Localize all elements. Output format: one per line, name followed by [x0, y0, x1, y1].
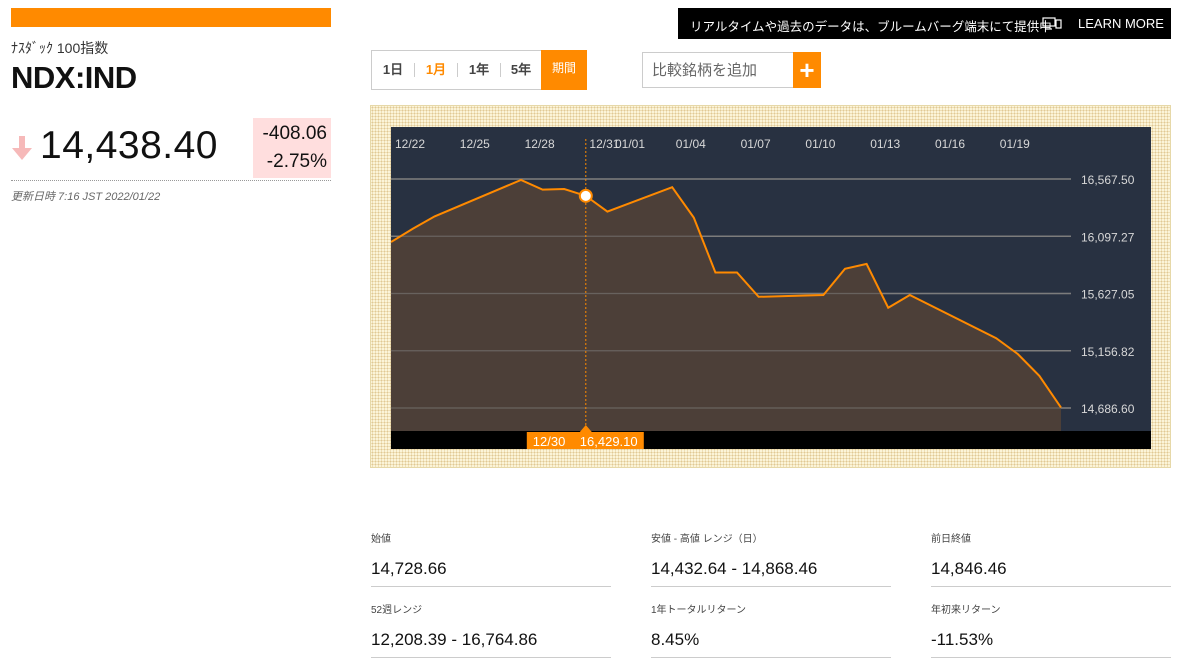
range-button-1m[interactable]: 1月: [415, 51, 457, 89]
stat-value: 14,432.64 - 14,868.46: [651, 559, 891, 587]
stat-label: 52週レンジ: [371, 605, 423, 616]
stat-52w-range: 52週レンジ 12,208.39 - 16,764.86: [371, 601, 611, 658]
stat-1y-return: 1年トータルリターン 8.45%: [651, 601, 891, 658]
stat-prev-close: 前日終値 14,846.46: [931, 530, 1171, 587]
y-tick-label: 15,156.82: [1081, 345, 1135, 359]
stat-ytd-return: 年初来リターン -11.53%: [931, 601, 1171, 658]
y-tick-label: 16,567.50: [1081, 173, 1135, 187]
x-tick-label: 01/04: [676, 137, 706, 151]
change-percent: -2.75%: [266, 151, 327, 172]
stat-label: 年初来リターン: [931, 605, 1001, 616]
arrow-down-icon: [12, 136, 32, 160]
learn-more-link[interactable]: LEARN MORE: [1078, 16, 1164, 31]
crosshair-point: [578, 188, 593, 203]
tooltip-value: 16,429.10: [580, 434, 638, 449]
stat-label: 1年トータルリターン: [651, 605, 747, 616]
x-tick-label: 01/07: [741, 137, 771, 151]
stat-label: 始値: [371, 534, 391, 545]
y-tick-label: 14,686.60: [1081, 402, 1135, 416]
tooltip-date: 12/30: [533, 434, 566, 449]
x-tick-label: 01/13: [870, 137, 900, 151]
stat-value: 14,846.46: [931, 559, 1171, 587]
range-button-5y[interactable]: 5年: [501, 51, 541, 89]
compare-input[interactable]: [642, 52, 793, 88]
ticker-symbol: NDX:IND: [11, 60, 137, 95]
quote-divider: [11, 180, 331, 181]
x-tick-label: 01/10: [805, 137, 835, 151]
stat-value: 8.45%: [651, 630, 891, 658]
y-tick-label: 16,097.27: [1081, 230, 1135, 244]
add-compare-button[interactable]: +: [793, 52, 821, 88]
change-box: -408.06 -2.75%: [253, 118, 331, 178]
x-tick-label: 01/16: [935, 137, 965, 151]
stat-value: 12,208.39 - 16,764.86: [371, 630, 611, 658]
terminal-banner[interactable]: リアルタイムや過去のデータは、ブルームバーグ端末にて提供中 LEARN MORE: [678, 8, 1171, 39]
stat-value: -11.53%: [931, 630, 1171, 658]
stat-value: 14,728.66: [371, 559, 611, 587]
range-button-1d[interactable]: 1日: [372, 51, 414, 89]
x-tick-label: 01/19: [1000, 137, 1030, 151]
price-chart[interactable]: 12/22 12/25 12/28 12/3101/01 01/04 01/07 01/10…: [391, 127, 1151, 449]
stat-label: 前日終値: [931, 534, 971, 545]
range-selector: 1日 1月 1年 5年 期間: [371, 50, 587, 90]
x-tick-label: 12/28: [525, 137, 555, 151]
banner-text: リアルタイムや過去のデータは、ブルームバーグ端末にて提供中: [690, 20, 1052, 34]
x-tick-label: 12/22: [395, 137, 425, 151]
index-name: ﾅｽﾀﾞｯｸ 100指数: [11, 40, 109, 56]
y-tick-label: 15,627.05: [1081, 288, 1135, 302]
stat-open: 始値 14,728.66: [371, 530, 611, 587]
monitor-icon: [1042, 17, 1062, 30]
range-button-1y[interactable]: 1年: [458, 51, 500, 89]
stat-label: 安値 - 高値 レンジ（日）: [651, 534, 763, 545]
current-price: 14,438.40: [40, 124, 219, 167]
chart-axis-bar: [391, 431, 1151, 449]
stat-day-range: 安値 - 高値 レンジ（日） 14,432.64 - 14,868.46: [651, 530, 891, 587]
change-absolute: -408.06: [262, 123, 327, 144]
x-tick-label: 01/01: [615, 137, 645, 151]
x-tick-label: 12/25: [460, 137, 490, 151]
accent-bar: [11, 8, 331, 27]
range-button-period[interactable]: 期間: [541, 50, 587, 90]
updated-timestamp: 更新日時 7:16 JST 2022/01/22: [11, 191, 161, 203]
